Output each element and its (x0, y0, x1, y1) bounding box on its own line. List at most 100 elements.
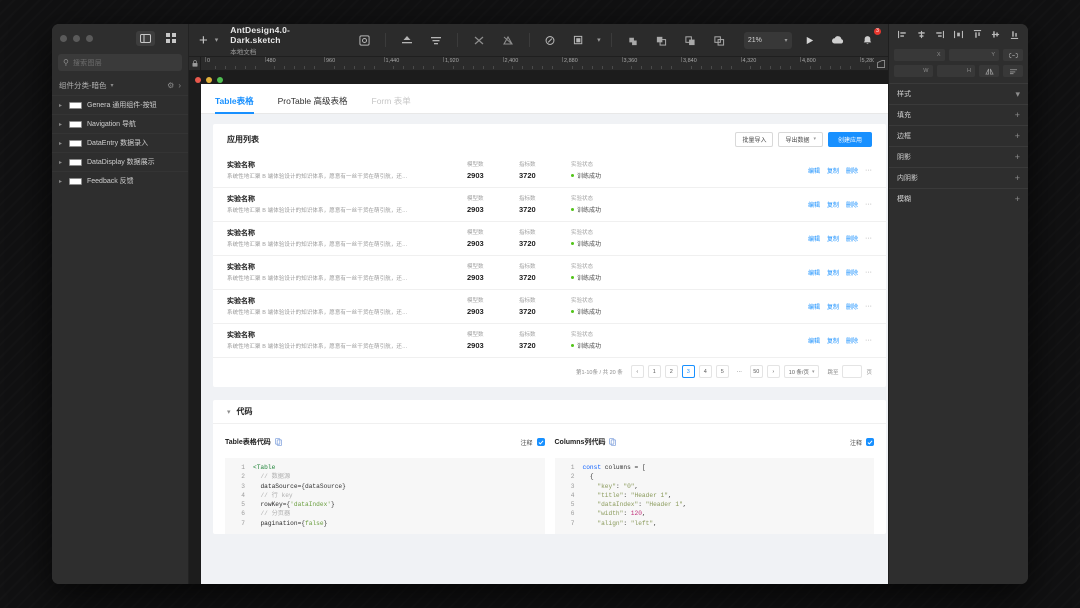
pagination-page-size-select[interactable]: 10 条/页 ▾ (784, 365, 820, 378)
row-action-more-icon[interactable]: ··· (865, 235, 872, 242)
copy-icon[interactable] (609, 433, 616, 451)
table-row[interactable]: 实验名称系统性地汇聚 B 端体验设计的知识体系，愿意有一丝干货在萌引航，还…模型… (213, 187, 886, 221)
difference-icon[interactable] (708, 30, 730, 50)
list-item[interactable]: ▸ DataEntry 数据录入 (52, 133, 188, 152)
align-right-icon[interactable] (935, 26, 944, 44)
row-action-more-icon[interactable]: ··· (865, 303, 872, 310)
insert-plus-icon[interactable]: + (199, 33, 208, 48)
scale-icon[interactable] (568, 30, 590, 50)
row-action-more-icon[interactable]: ··· (865, 167, 872, 174)
add-inner-shadow-plus-icon[interactable]: + (1015, 173, 1020, 183)
add-border-plus-icon[interactable]: + (1015, 131, 1020, 141)
tab-table[interactable]: Table表格 (215, 95, 254, 113)
distribute-horizontal-icon[interactable] (954, 26, 963, 44)
inspector-section-inner-shadow[interactable]: 内阴影 + (889, 167, 1028, 188)
maximize-traffic-light[interactable] (86, 35, 93, 42)
height-field[interactable]: H (937, 65, 976, 77)
code-block-columns[interactable]: 1const columns = [ 2 { 3 "key": "0", 4 "… (555, 458, 875, 534)
row-action-more-icon[interactable]: ··· (865, 269, 872, 276)
x-field[interactable]: X (894, 49, 945, 61)
expand-caret-icon[interactable]: ▸ (59, 140, 64, 147)
chevron-right-icon[interactable]: › (178, 81, 181, 90)
notifications-button[interactable]: 3 (856, 30, 878, 50)
row-action-edit[interactable]: 编辑 (808, 166, 820, 175)
row-action-copy[interactable]: 复制 (827, 336, 839, 345)
list-item[interactable]: ▸ Genera 通用组件-按钮 (52, 95, 188, 114)
pagination-page-3-current[interactable]: 3 (682, 365, 695, 378)
add-shadow-plus-icon[interactable]: + (1015, 152, 1020, 162)
pagination-next-button[interactable]: › (767, 365, 780, 378)
table-row[interactable]: 实验名称系统性地汇聚 B 端体验设计的知识体系，愿意有一丝干货在萌引航，还…模型… (213, 255, 886, 289)
create-application-button[interactable]: 创建应用 (828, 132, 872, 147)
export-data-button[interactable]: 导出数据 ▾ (778, 132, 823, 147)
row-action-edit[interactable]: 编辑 (808, 234, 820, 243)
code-block-table[interactable]: 1<Table 2 // 数据源 3 dataSource={dataSourc… (225, 458, 545, 534)
align-top-icon[interactable] (973, 26, 982, 44)
chevron-down-icon[interactable]: ▾ (1015, 89, 1020, 100)
rotate-icon[interactable] (540, 30, 562, 50)
ruler-lock-icon[interactable] (189, 57, 201, 70)
width-field[interactable]: W (894, 65, 933, 77)
row-action-copy[interactable]: 复制 (827, 234, 839, 243)
scale-chevron-down-icon[interactable]: ▾ (597, 36, 601, 44)
inspector-section-shadow[interactable]: 阴影 + (889, 146, 1028, 167)
component-icon[interactable] (354, 30, 376, 50)
flip-vertical-icon[interactable] (1003, 65, 1023, 77)
gear-icon[interactable]: ⚙ (167, 81, 174, 90)
tab-form[interactable]: Form 表单 (372, 95, 411, 113)
pagination-page-2[interactable]: 2 (665, 365, 678, 378)
tab-protable[interactable]: ProTable 高级表格 (278, 95, 348, 113)
expand-caret-icon[interactable]: ▸ (59, 102, 64, 109)
pagination-last-page[interactable]: 50 (750, 365, 763, 378)
pagination-jump-input[interactable] (842, 365, 862, 378)
preview-play-button[interactable] (799, 30, 821, 50)
row-action-copy[interactable]: 复制 (827, 302, 839, 311)
pagination-page-1[interactable]: 1 (648, 365, 661, 378)
row-action-delete[interactable]: 删除 (846, 234, 858, 243)
table-row[interactable]: 实验名称系统性地汇聚 B 端体验设计的知识体系，愿意有一丝干货在萌引航，还…模型… (213, 154, 886, 187)
row-action-delete[interactable]: 删除 (846, 166, 858, 175)
inspector-section-style[interactable]: 样式 ▾ (889, 83, 1028, 104)
inspector-section-blur[interactable]: 模糊 + (889, 188, 1028, 209)
add-blur-plus-icon[interactable]: + (1015, 194, 1020, 204)
code-card-header[interactable]: ▾ 代码 (213, 400, 886, 424)
code-columns-note-checkbox[interactable] (866, 438, 874, 446)
list-item[interactable]: ▸ Feedback 反馈 (52, 171, 188, 190)
row-action-delete[interactable]: 删除 (846, 336, 858, 345)
minimize-traffic-light[interactable] (73, 35, 80, 42)
list-item[interactable]: ▸ Navigation 导航 (52, 114, 188, 133)
ruler-settings-icon[interactable] (874, 57, 888, 70)
row-action-copy[interactable]: 复制 (827, 268, 839, 277)
close-traffic-light[interactable] (60, 35, 67, 42)
table-row[interactable]: 实验名称系统性地汇聚 B 端体验设计的知识体系，愿意有一丝干货在萌引航，还…模型… (213, 221, 886, 255)
list-item[interactable]: ▸ DataDisplay 数据展示 (52, 152, 188, 171)
expand-caret-icon[interactable]: ▸ (59, 178, 64, 185)
union-icon[interactable] (622, 30, 644, 50)
layer-search-input[interactable]: ⚲ 搜索图层 (58, 54, 182, 71)
batch-import-button[interactable]: 批量导入 (735, 132, 773, 147)
copy-icon[interactable] (275, 433, 282, 451)
ruler-scale[interactable]: 04809601,4401,9202,4002,8803,3603,8404,3… (201, 57, 874, 70)
zoom-level-select[interactable]: 21% ▾ (744, 32, 792, 49)
distribute-icon[interactable] (425, 30, 447, 50)
add-fill-plus-icon[interactable]: + (1015, 110, 1020, 120)
insert-chevron-down-icon[interactable]: ▾ (215, 36, 219, 44)
cloud-sync-button[interactable] (827, 30, 849, 50)
row-action-edit[interactable]: 编辑 (808, 302, 820, 311)
row-action-more-icon[interactable]: ··· (865, 337, 872, 344)
grid-view-icon[interactable] (161, 31, 180, 46)
pagination-prev-button[interactable]: ‹ (631, 365, 644, 378)
y-field[interactable]: Y (949, 49, 1000, 61)
align-left-icon[interactable] (898, 26, 907, 44)
subtract-icon[interactable] (650, 30, 672, 50)
inspector-section-fill[interactable]: 填充 + (889, 104, 1028, 125)
align-middle-icon[interactable] (991, 26, 1000, 44)
artboard-table-demo[interactable]: Table表格 ProTable 高级表格 Form 表单 应用列表 批量导入 … (201, 84, 888, 584)
row-action-delete[interactable]: 删除 (846, 268, 858, 277)
row-action-edit[interactable]: 编辑 (808, 268, 820, 277)
pagination-page-5[interactable]: 5 (716, 365, 729, 378)
row-action-more-icon[interactable]: ··· (865, 201, 872, 208)
toggle-layers-panel-icon[interactable] (136, 31, 155, 46)
expand-caret-icon[interactable]: ▸ (59, 159, 64, 166)
intersect-icon[interactable] (679, 30, 701, 50)
